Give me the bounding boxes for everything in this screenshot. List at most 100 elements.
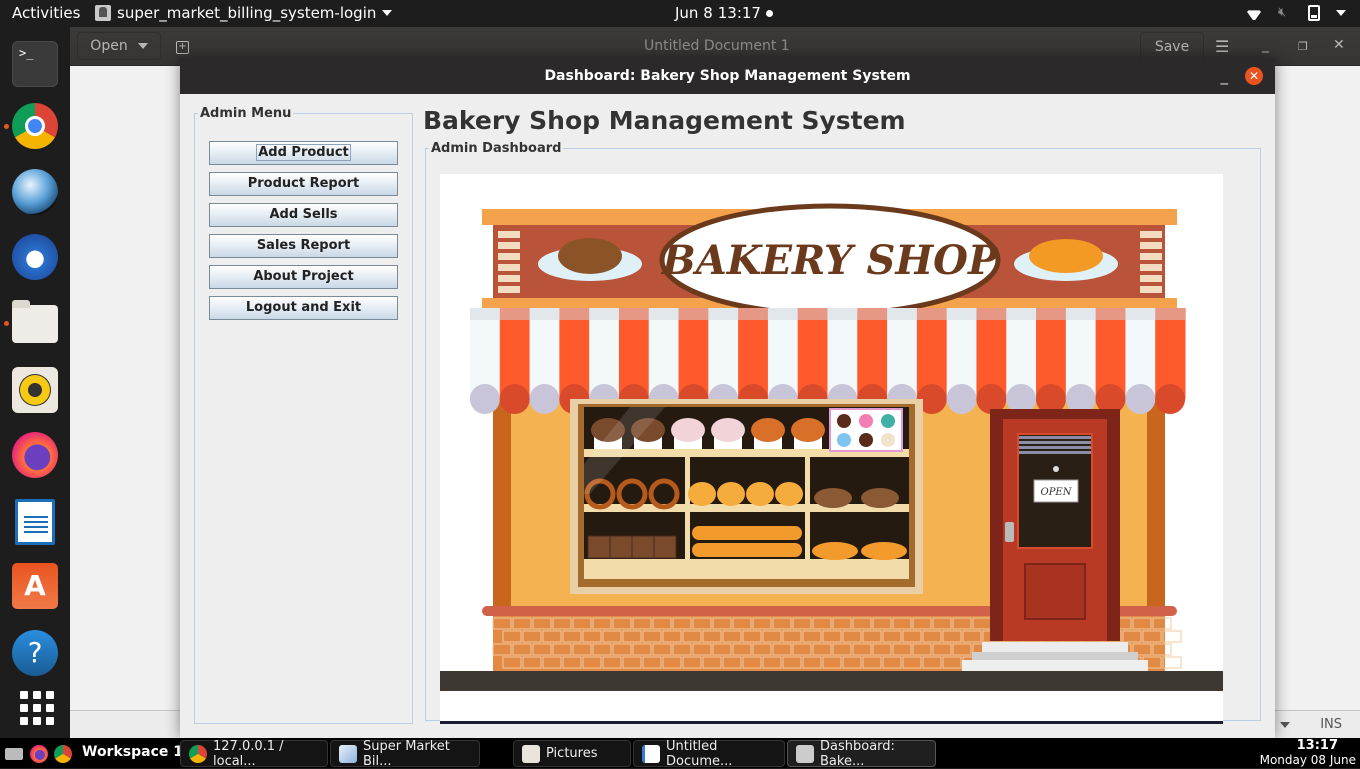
shelf: [584, 559, 909, 567]
system-tray[interactable]: 🔇︎: [1246, 5, 1346, 21]
help-glyph: ?: [27, 636, 43, 669]
workspace-label[interactable]: Workspace 1: [82, 744, 183, 760]
left-pillar: [493, 394, 511, 609]
chrome-icon[interactable]: [12, 103, 58, 149]
bread-loaf: [653, 535, 677, 559]
files-icon[interactable]: [12, 300, 58, 343]
maximize-icon[interactable]: ❐: [1298, 40, 1308, 53]
donut: [837, 433, 851, 447]
task-chrome[interactable]: 127.0.0.1 / local...: [180, 738, 328, 769]
door-blind: [1019, 436, 1091, 439]
window-sill: [584, 567, 909, 579]
task-label: Super Market Bil...: [363, 738, 450, 769]
add-product-button[interactable]: Add Product: [209, 141, 398, 165]
product-report-button[interactable]: Product Report: [209, 172, 398, 196]
system-menu-caret-icon[interactable]: [1336, 10, 1346, 16]
bread-roll: [861, 542, 907, 560]
admin-menu-panel: Admin Menu Add Product Product Report Ad…: [194, 106, 413, 724]
brown-loaf: [814, 488, 852, 508]
show-applications-grid-icon[interactable]: [12, 683, 58, 729]
task-label: Untitled Docume...: [666, 738, 733, 769]
close-icon[interactable]: ✕: [1245, 67, 1263, 85]
java-app-icon: [95, 5, 111, 21]
bread-loaf: [631, 535, 655, 559]
door-blind: [1019, 446, 1091, 449]
step: [982, 642, 1128, 652]
band-brick: [1140, 264, 1162, 271]
app-menu[interactable]: super_market_billing_system-login: [95, 4, 393, 22]
dashboard-window: Dashboard: Bakery Shop Management System…: [180, 58, 1275, 738]
battery-charging-icon: [1308, 5, 1320, 21]
clock[interactable]: Jun 8 13:17: [675, 4, 773, 22]
bread-roll: [812, 542, 858, 560]
page-title: Bakery Shop Management System: [423, 106, 906, 135]
awning-scallop: [499, 384, 530, 414]
chevron-down-icon: [382, 10, 393, 16]
hamburger-menu-icon[interactable]: ☰: [1215, 37, 1229, 56]
button-label: About Project: [253, 269, 354, 284]
ground-strip: [440, 671, 1223, 691]
awning-scallop: [946, 384, 977, 414]
insert-mode-indicator[interactable]: INS: [1320, 717, 1342, 732]
donut: [859, 433, 873, 447]
button-label: Add Sells: [269, 207, 338, 222]
button-label: Add Product: [256, 144, 351, 161]
chevron-down-icon[interactable]: [1280, 722, 1290, 728]
step: [972, 652, 1138, 660]
add-sells-button[interactable]: Add Sells: [209, 203, 398, 227]
sales-report-button[interactable]: Sales Report: [209, 234, 398, 258]
running-indicator: [4, 321, 9, 326]
show-desktop-icon[interactable]: [5, 748, 23, 760]
button-label: Sales Report: [256, 238, 351, 253]
taskbar: Workspace 1 127.0.0.1 / local... Super M…: [0, 738, 1360, 769]
close-icon[interactable]: ✕: [1333, 37, 1345, 53]
minimize-icon[interactable]: _: [1221, 58, 1229, 94]
band-brick: [498, 275, 520, 282]
button-label: Logout and Exit: [245, 300, 362, 315]
chrome-icon[interactable]: [54, 745, 72, 763]
minimize-icon[interactable]: _: [1262, 37, 1269, 53]
task-dashboard[interactable]: Dashboard: Bake...: [787, 739, 936, 769]
cupcake-top: [671, 418, 705, 442]
logout-exit-button[interactable]: Logout and Exit: [209, 296, 398, 320]
cube-icon: [339, 744, 357, 763]
task-pictures[interactable]: Pictures: [513, 740, 631, 767]
writer-icon[interactable]: [15, 499, 55, 545]
task-super-market[interactable]: Super Market Bil...: [330, 738, 480, 769]
task-label: 127.0.0.1 / local...: [213, 738, 284, 769]
thunderbird-icon[interactable]: [12, 234, 58, 280]
top-bar: Activities super_market_billing_system-l…: [0, 0, 1360, 27]
bun: [688, 482, 716, 506]
openshot-icon[interactable]: [12, 169, 58, 215]
admin-menu-legend: Admin Menu: [200, 106, 292, 121]
help-icon[interactable]: ?: [12, 630, 58, 676]
door-panel: [1024, 563, 1086, 620]
door-handle: [1005, 522, 1014, 542]
window-titlebar[interactable]: Dashboard: Bakery Shop Management System…: [180, 58, 1275, 94]
band-brick: [1140, 242, 1162, 249]
task-untitled-document[interactable]: Untitled Docume...: [633, 738, 785, 769]
sign-text: BAKERY SHOP: [661, 237, 1000, 284]
software-icon[interactable]: A: [12, 563, 58, 609]
awning-scallop: [1155, 384, 1186, 414]
bread-loaf: [609, 535, 633, 559]
text-editor-icon: [642, 744, 660, 763]
about-project-button[interactable]: About Project: [209, 265, 398, 289]
cupcake-top: [791, 418, 825, 442]
open-button[interactable]: Open: [77, 32, 161, 60]
software-glyph: A: [24, 569, 46, 602]
firefox-icon[interactable]: [12, 432, 58, 478]
activities-button[interactable]: Activities: [12, 4, 80, 22]
new-tab-icon[interactable]: +: [176, 41, 189, 54]
wifi-icon: [1246, 6, 1262, 20]
cupcake-top: [751, 418, 785, 442]
rhythmbox-icon[interactable]: [12, 367, 58, 413]
volume-muted-icon: 🔇︎: [1278, 5, 1287, 20]
document-title: Untitled Document 1: [644, 38, 790, 54]
firefox-icon[interactable]: [30, 745, 48, 763]
chrome-icon: [189, 744, 207, 763]
band-brick: [498, 253, 520, 260]
java-icon: [796, 744, 814, 763]
terminal-icon[interactable]: >_: [12, 41, 58, 87]
brick: [1162, 630, 1182, 643]
